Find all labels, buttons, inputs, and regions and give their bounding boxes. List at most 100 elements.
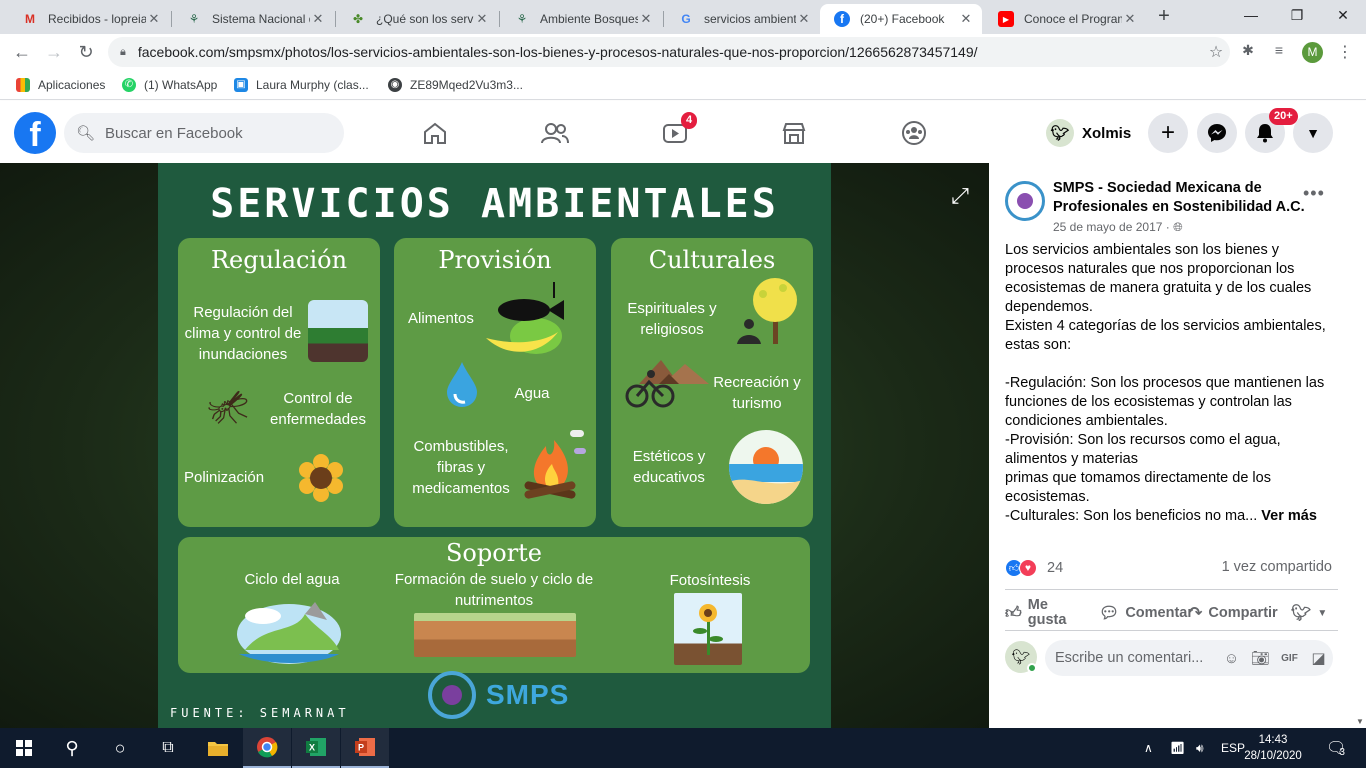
forward-button[interactable]: → [42,40,66,64]
infographic-image: SERVICIOS AMBIENTALES Regulación Regulac… [158,163,831,728]
search-icon[interactable]: ⚲ [48,728,96,768]
sticker-icon[interactable]: ◪ [1304,649,1333,667]
bookmark-star-icon[interactable]: ☆ [1202,42,1230,62]
close-icon[interactable]: ✕ [310,11,326,27]
marketplace-icon[interactable] [772,115,816,151]
profile-avatar[interactable]: M [1302,42,1323,63]
user-profile-chip[interactable]: 🐦︎ Xolmis [1046,117,1131,149]
search-icon: 🔍︎ [76,125,96,142]
home-icon[interactable] [413,115,457,151]
like-button[interactable]: 👍︎ Me gusta [1005,595,1072,631]
see-more-link[interactable]: Ver más [1261,508,1317,524]
language-indicator[interactable]: ESP [1221,728,1245,768]
chrome-taskbar-icon[interactable] [243,728,291,768]
tab-google-search[interactable]: G servicios ambienta ✕ [664,4,820,34]
clock-time: 14:43 [1258,734,1288,746]
facebook-icon: f [834,11,850,27]
whatsapp-icon: ✆ [122,78,136,92]
close-icon[interactable]: ✕ [1122,11,1138,27]
google-icon: G [681,12,691,26]
notifications-icon[interactable]: 20+ [1245,108,1298,153]
close-icon[interactable]: ✕ [638,11,654,27]
card-heading: Soporte [445,539,543,567]
extensions-icon[interactable]: ✱ [1237,42,1259,62]
minimize-button[interactable]: — [1228,0,1274,32]
reactions-summary[interactable]: 👍︎ ♥ 24 [1005,559,1063,577]
media-controls-icon[interactable]: ≡ [1268,42,1290,62]
windows-start-icon[interactable] [0,728,48,768]
panel-scrollbar[interactable]: ▼ [1354,163,1366,728]
friends-icon[interactable] [533,115,577,151]
tab-facebook[interactable]: f (20+) Facebook ✕ [820,4,982,34]
infographic-title: SERVICIOS AMBIENTALES [210,181,779,227]
share-count[interactable]: 1 vez compartido [1222,559,1332,575]
account-menu-chevron-icon[interactable]: ▼ [1293,113,1333,153]
groups-icon[interactable] [892,115,936,151]
comment-input[interactable]: Escribe un comentari... ☺ 📷︎ GIF ◪ [1045,640,1333,676]
globe-icon: ◉ [388,78,402,92]
scroll-down-arrow-icon[interactable]: ▼ [1356,717,1364,726]
emoji-icon[interactable]: ☺ [1217,650,1246,667]
photo-viewer[interactable]: SERVICIOS AMBIENTALES Regulación Regulac… [0,163,989,728]
bookmark-whatsapp[interactable]: ✆ (1) WhatsApp [122,76,217,94]
bookmark-label: Aplicaciones [38,78,106,92]
reload-button[interactable]: ↻ [74,40,98,64]
watch-icon[interactable]: 4 [653,112,698,151]
gov-seal-icon: ⚘ [516,12,528,26]
network-icon[interactable]: 📶︎ [1170,728,1185,768]
close-icon[interactable]: ✕ [958,11,974,27]
create-button[interactable]: + [1148,113,1188,153]
volume-icon[interactable]: 🔊︎ [1196,728,1204,768]
close-icon[interactable]: ✕ [796,11,812,27]
restore-button[interactable]: ❐ [1274,0,1320,32]
page-avatar[interactable] [1005,181,1045,221]
gif-icon[interactable]: GIF [1275,653,1304,664]
more-options-icon[interactable]: ••• [1303,183,1325,204]
avatar: 🐦︎ [1291,605,1312,622]
tab-ambiente-bosques[interactable]: ⚘ Ambiente Bosques ✕ [500,4,662,34]
chrome-menu-icon[interactable]: ⋮ [1334,42,1356,62]
lock-icon[interactable]: 🔒︎ [120,46,126,59]
share-as-selector[interactable]: 🐦︎ ▼ [1291,595,1327,631]
bookmark-apps[interactable]: Aplicaciones [16,76,105,94]
post-author[interactable]: SMPS - Sociedad Mexicana de Profesionale… [1053,179,1307,217]
taskbar-clock[interactable]: 14:43 28/10/2020 [1244,732,1302,764]
comment-button[interactable]: 💬︎ Comentar [1099,595,1193,631]
cortana-icon[interactable]: ○ [96,728,144,768]
tab-sistema-nacional[interactable]: ⚘ Sistema Nacional de ✕ [172,4,334,34]
fullscreen-expand-icon[interactable]: ⤢ [947,183,973,209]
action-center-icon[interactable]: 🗨︎ 3 [1326,728,1346,768]
tab-gmail[interactable]: M Recibidos - lopreia ✕ [8,4,170,34]
new-tab-button[interactable]: + [1150,5,1178,29]
photosynthesis-illustration [674,593,742,665]
back-button[interactable]: ← [10,40,34,64]
camera-icon[interactable]: 📷︎ [1246,649,1275,667]
file-explorer-icon[interactable] [194,728,242,768]
facebook-search-input[interactable]: 🔍︎ Buscar en Facebook [64,113,344,153]
share-button[interactable]: ↷ Compartir [1189,595,1278,631]
tab-title: ¿Qué son los servic [376,12,474,26]
bookmark-label: Laura Murphy (clas... [256,78,369,92]
infographic-source: FUENTE: SEMARNAT [170,706,350,720]
gov-seal-icon: ⚘ [188,12,200,26]
tab-que-son-servicios[interactable]: ✤ ¿Qué son los servic ✕ [336,4,498,34]
gmail-icon: M [25,12,35,26]
bookmark-classroom[interactable]: ▣ Laura Murphy (clas... [234,76,369,94]
messenger-icon[interactable] [1197,113,1237,153]
facebook-logo-icon[interactable]: f [14,112,56,154]
watch-badge: 4 [681,112,698,129]
bookmark-ze89[interactable]: ◉ ZE89Mqed2Vu3m3... [388,76,523,94]
excel-icon[interactable]: X [292,728,340,768]
close-window-button[interactable]: ✕ [1320,0,1366,32]
bookmarks-bar: Aplicaciones ✆ (1) WhatsApp ▣ Laura Murp… [0,70,1366,100]
close-icon[interactable]: ✕ [146,11,162,27]
url-text[interactable]: facebook.com/smpsmx/photos/los-servicios… [138,44,1202,60]
smps-logo-text: SMPS [486,679,570,710]
post-date[interactable]: 25 de mayo de 2017 · 🌐︎ [1053,220,1183,235]
powerpoint-icon[interactable]: P [341,728,389,768]
task-view-icon[interactable]: ⧉ [144,728,192,768]
address-bar[interactable]: 🔒︎ facebook.com/smpsmx/photos/los-servic… [108,37,1230,67]
close-icon[interactable]: ✕ [474,11,490,27]
show-hidden-icons-chevron-icon[interactable]: ∧ [1144,728,1153,768]
tab-youtube[interactable]: ▶ Conoce el Program ✕ [984,4,1146,34]
